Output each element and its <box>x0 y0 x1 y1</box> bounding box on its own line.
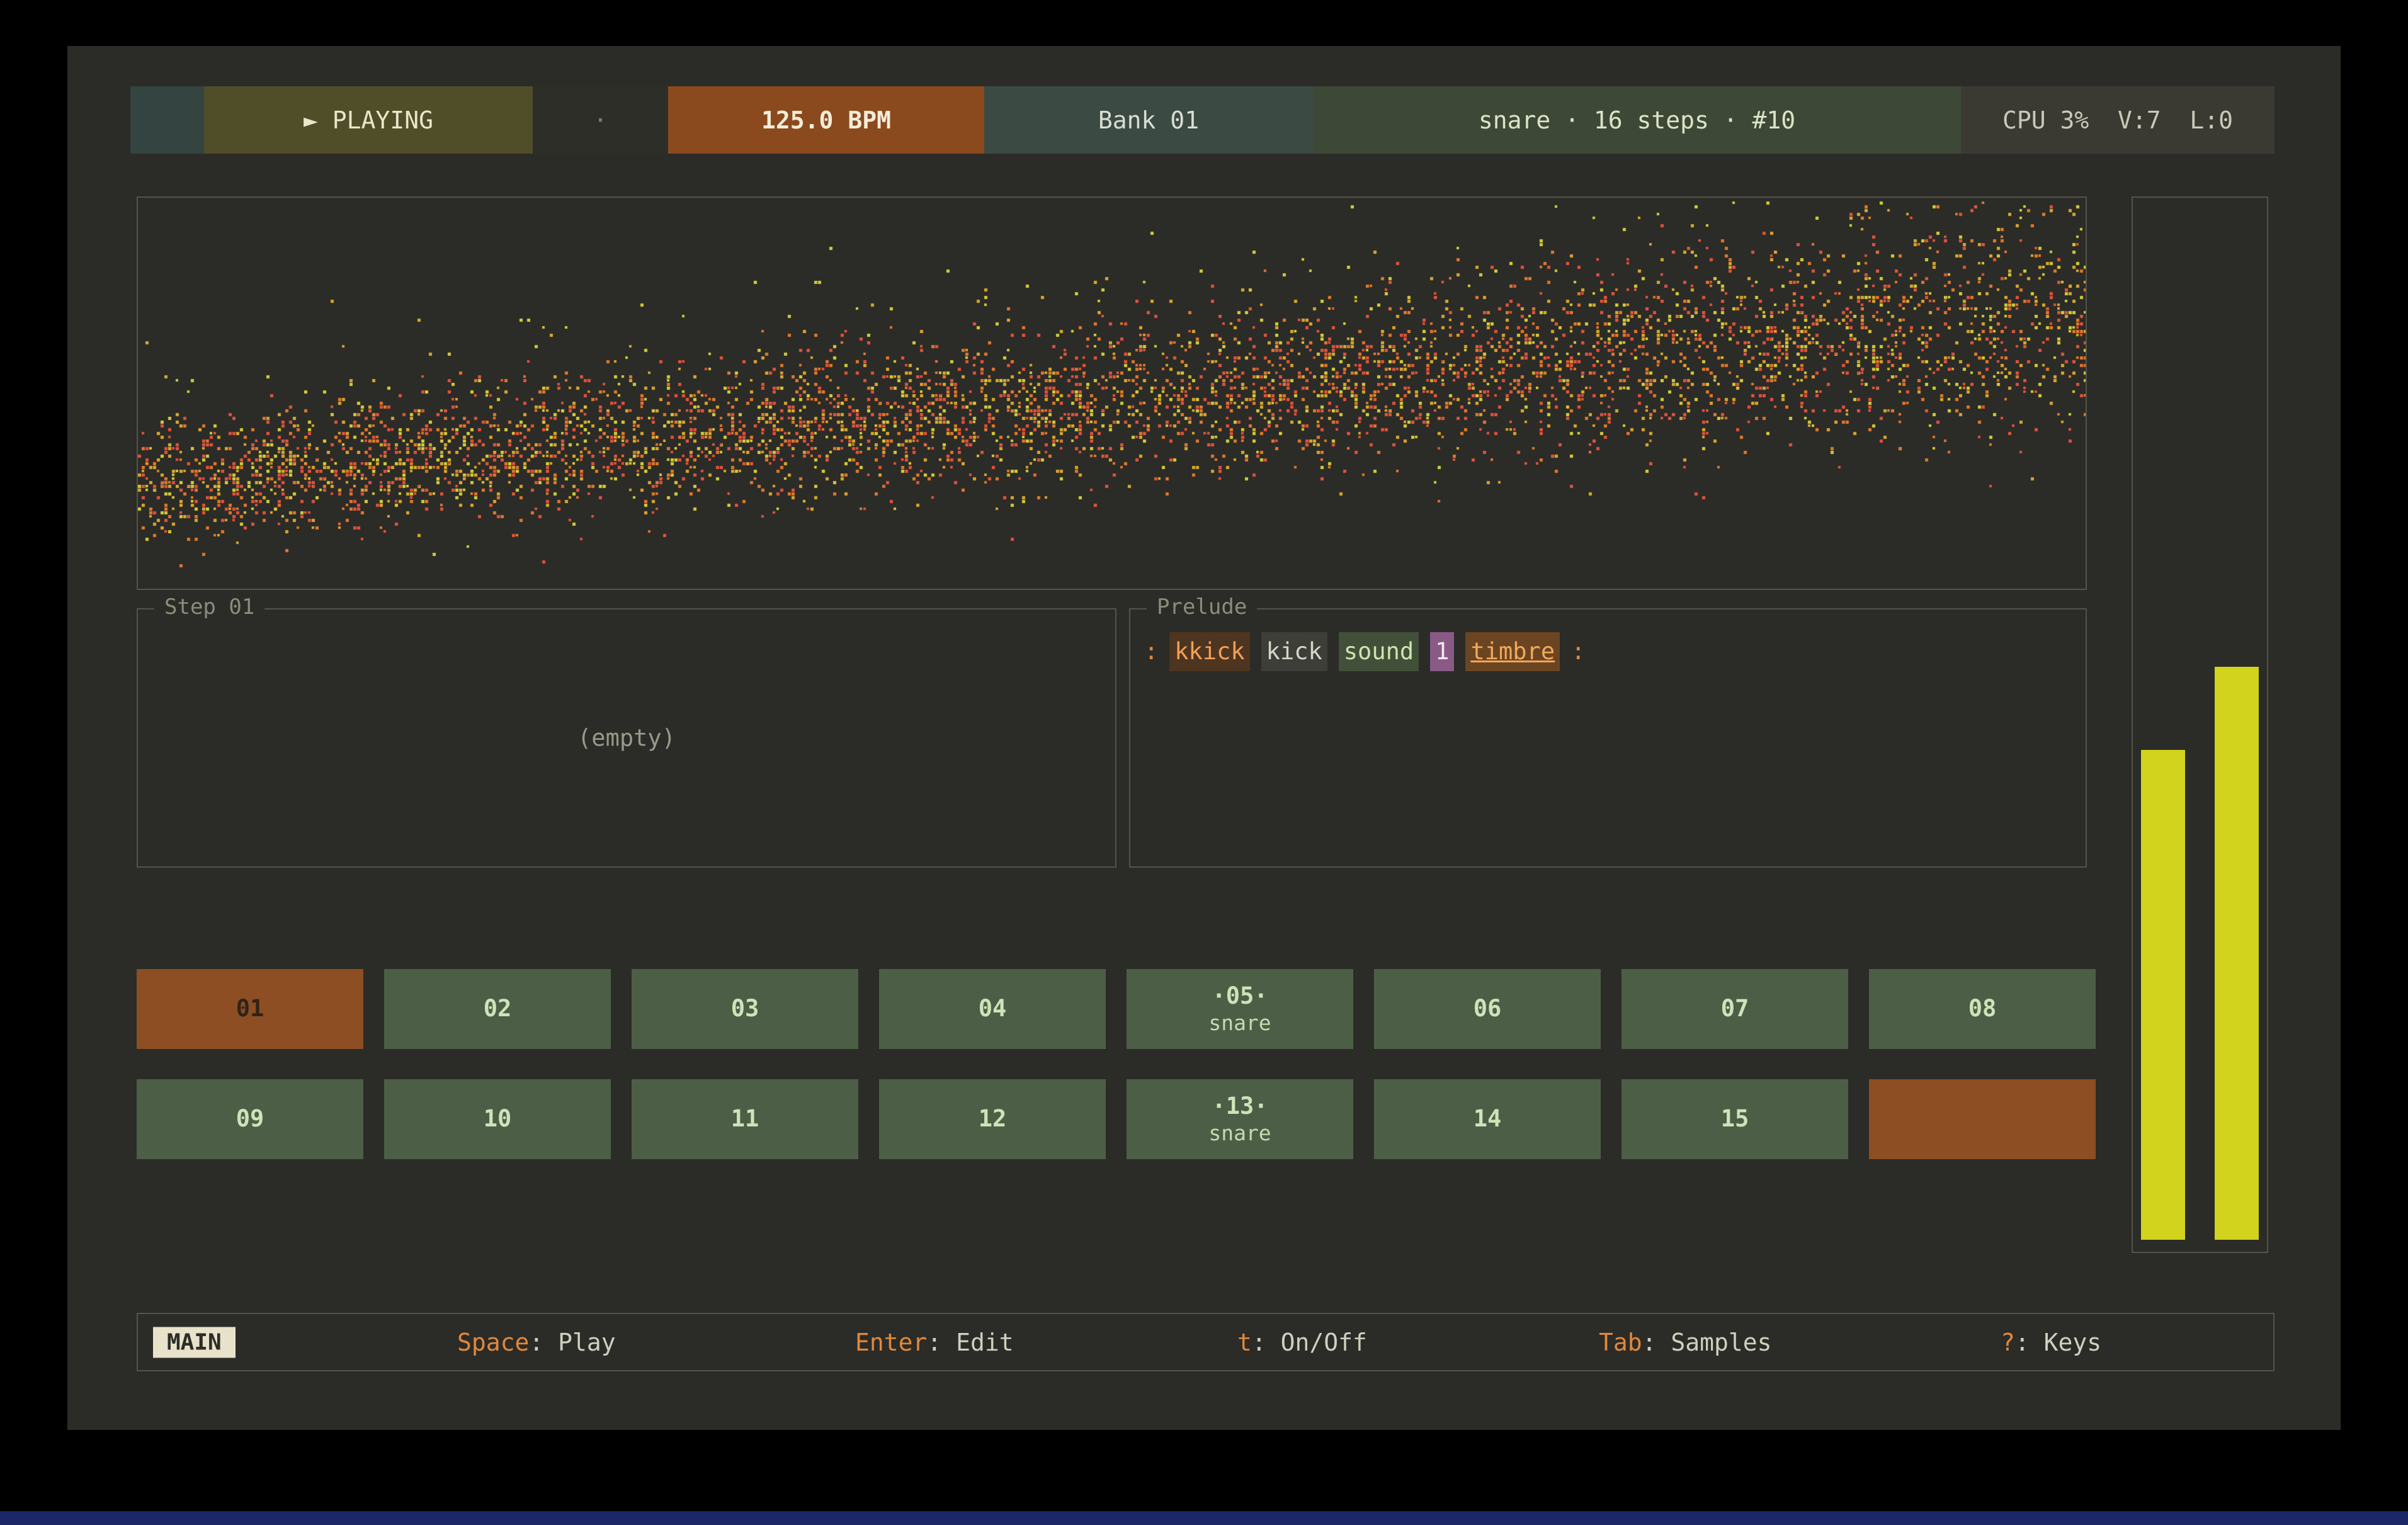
key-hint-action: : Keys <box>2015 1329 2101 1356</box>
step-button[interactable]: 11 <box>632 1079 858 1159</box>
key-hint-key: Tab <box>1599 1329 1642 1356</box>
step-label: 14 <box>1474 1106 1502 1132</box>
topbar-separator: · <box>533 86 668 154</box>
step-button[interactable]: 04 <box>879 969 1106 1049</box>
level-meter-right <box>2215 667 2259 1240</box>
pattern-visualizer <box>137 196 2087 590</box>
screen-bottom-strip <box>0 1511 2408 1525</box>
step-label: 06 <box>1474 996 1502 1022</box>
key-hint-key: t <box>1237 1329 1252 1356</box>
visualizer-canvas <box>138 198 2086 589</box>
track-info: snare · 16 steps · #10 <box>1313 86 1961 154</box>
step-label: 01 <box>236 996 264 1022</box>
step-button[interactable]: ·13· snare <box>1127 1079 1353 1159</box>
code-token-number: 1 <box>1430 632 1454 671</box>
step-button[interactable]: 03 <box>632 969 858 1049</box>
step-label: 08 <box>1968 996 1997 1022</box>
step-button[interactable]: 01 <box>137 969 363 1049</box>
step-label: ·05· <box>1212 984 1268 1009</box>
key-hint: Tab: Samples <box>1599 1329 1772 1356</box>
step-label: 12 <box>979 1106 1007 1132</box>
key-hint: t: On/Off <box>1237 1329 1367 1356</box>
code-token-link[interactable]: timbre <box>1465 632 1560 671</box>
bpm-display[interactable]: 125.0 BPM <box>668 86 984 154</box>
key-hint-key: ? <box>2001 1329 2015 1356</box>
step-button[interactable]: 14 <box>1374 1079 1601 1159</box>
key-hint: Space: Play <box>457 1329 616 1356</box>
step-button[interactable]: 06 <box>1374 969 1601 1049</box>
step-label: 09 <box>236 1106 264 1132</box>
code-token-keyword: sound <box>1339 632 1419 671</box>
step-empty-text: (empty) <box>577 725 676 752</box>
step-button[interactable]: 02 <box>384 969 611 1049</box>
key-hint-action: : Samples <box>1642 1329 1772 1356</box>
step-label: 15 <box>1721 1106 1749 1132</box>
step-label: 07 <box>1721 996 1749 1022</box>
bank-display[interactable]: Bank 01 <box>984 86 1313 154</box>
step-label: 03 <box>731 996 759 1022</box>
app-window: ► PLAYING · 125.0 BPM Bank 01 snare · 16… <box>67 46 2341 1430</box>
key-hint-action: : On/Off <box>1252 1329 1367 1356</box>
step-label: 02 <box>484 996 512 1022</box>
prelude-panel-title: Prelude <box>1147 594 1257 620</box>
key-hint-action: : Play <box>529 1329 615 1356</box>
step-label: 11 <box>731 1106 759 1132</box>
top-bar: ► PLAYING · 125.0 BPM Bank 01 snare · 16… <box>130 86 2275 154</box>
code-token-punct: : <box>1571 632 1585 671</box>
step-button[interactable]: 08 <box>1869 969 2096 1049</box>
step-button[interactable]: 09 <box>137 1079 363 1159</box>
step-button[interactable]: ·05· snare <box>1127 969 1353 1049</box>
key-hint-action: : Edit <box>927 1329 1013 1356</box>
key-hint-key: Enter <box>855 1329 927 1356</box>
step-label: 10 <box>484 1106 512 1132</box>
key-hint: Enter: Edit <box>855 1329 1014 1356</box>
step-button[interactable]: 07 <box>1621 969 1848 1049</box>
step-sublabel: snare <box>1208 1012 1271 1035</box>
code-token-punct: : <box>1144 632 1158 671</box>
key-hint: ?: Keys <box>2001 1329 2101 1356</box>
prelude-panel: Prelude :kkickkicksound1timbre: <box>1129 608 2087 868</box>
prelude-code-editor[interactable]: : kkick kick sound 1 timbre: <box>1144 632 2072 671</box>
code-token-word-hl: kkick <box>1169 632 1249 671</box>
system-stats: CPU 3% V:7 L:0 <box>1961 86 2275 154</box>
level-meters <box>2132 196 2268 1253</box>
code-token-word: kick <box>1261 632 1327 671</box>
step-panel: Step 01 (empty) <box>137 608 1116 868</box>
step-button[interactable]: 15 <box>1621 1079 1848 1159</box>
step-button[interactable]: 12 <box>879 1079 1106 1159</box>
key-hint-key: Space <box>457 1329 529 1356</box>
step-button[interactable] <box>1869 1079 2096 1159</box>
step-panel-title: Step 01 <box>154 594 264 620</box>
transport-status[interactable]: ► PLAYING <box>204 86 533 154</box>
step-grid: 01 02 03 04 ·05· snare 06 07 08 09 10 11… <box>137 969 2096 1159</box>
step-label: ·13· <box>1212 1094 1268 1120</box>
key-hints: Space: Play Enter: Edit t: On/Off Tab: Samp… <box>138 1314 2273 1370</box>
step-button[interactable]: 10 <box>384 1079 611 1159</box>
step-label: 04 <box>979 996 1007 1022</box>
step-sublabel: snare <box>1208 1122 1271 1145</box>
status-bar: MAIN Space: PlayEnter: Editt: On/OffTab:… <box>137 1313 2275 1371</box>
topbar-spacer <box>130 86 204 154</box>
level-meter-left <box>2141 750 2185 1240</box>
